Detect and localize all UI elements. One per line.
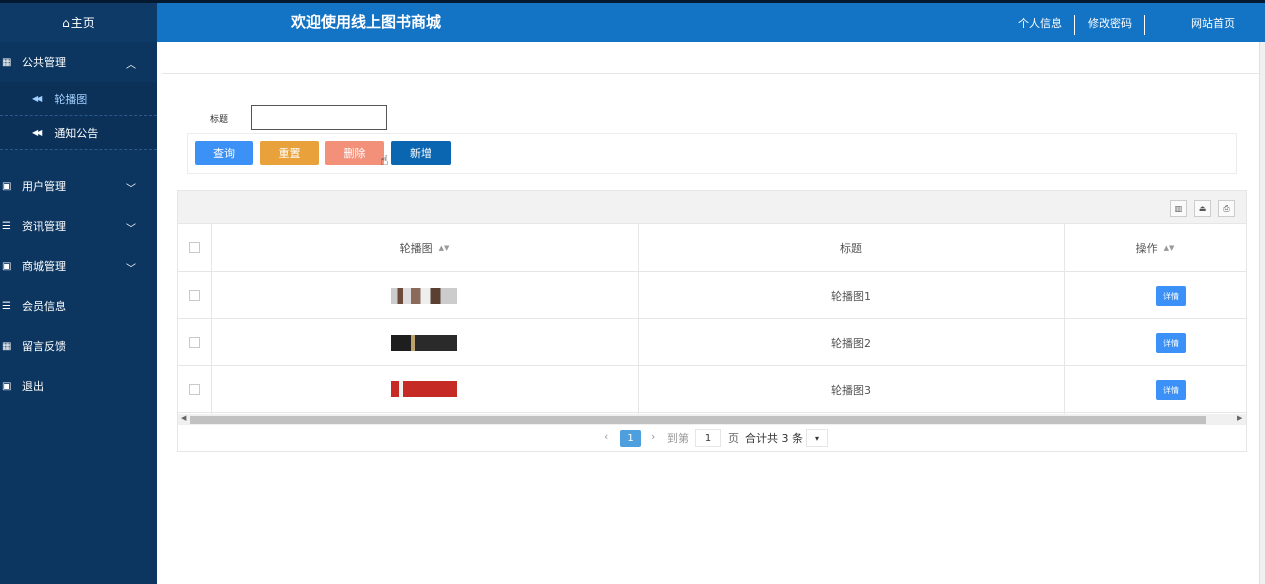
table-header: 轮播图 ▲▼ 标题 操作 ▲▼ [178, 224, 1246, 272]
sidebar-item-label: 公共管理 [22, 56, 66, 69]
double-left-arrow-icon: ◀◀ [32, 94, 42, 103]
detail-button[interactable]: 详情 [1156, 333, 1186, 353]
box-icon: ▣ [2, 260, 12, 272]
sidebar-item-feedback[interactable]: ▦ 留言反馈 [0, 326, 157, 366]
sort-icon[interactable]: ▲▼ [1164, 244, 1175, 252]
scroll-right-icon[interactable]: ▶ [1237, 414, 1242, 422]
column-header-label: 操作 [1135, 242, 1158, 255]
select-all-checkbox[interactable] [189, 242, 200, 253]
table-row: 轮播图1 详情 [178, 272, 1246, 319]
carousel-thumbnail [391, 381, 457, 397]
chevron-down-icon: ▾ [814, 433, 819, 443]
hand-cursor-icon: ☝ [380, 153, 389, 169]
current-page-button[interactable]: 1 [620, 430, 641, 447]
column-divider [1064, 224, 1065, 414]
sidebar-subitem-label: 轮播图 [54, 92, 88, 106]
sidebar: ⌂ 主页 ▦ 公共管理 ︿ ◀◀ 轮播图 ◀◀ 通知公告 ▣ 用户管理 ﹀ ☰ … [0, 0, 157, 584]
box-icon: ▣ [2, 180, 12, 192]
nav-divider [1074, 15, 1075, 35]
list-icon: ☰ [2, 220, 11, 232]
row-title: 轮播图3 [831, 383, 871, 397]
table-row: 轮播图3 详情 [178, 366, 1246, 413]
sidebar-item-label: 退出 [22, 380, 44, 393]
sidebar-item-news[interactable]: ☰ 资讯管理 ﹀ [0, 206, 157, 246]
row-checkbox[interactable] [189, 337, 200, 348]
sidebar-subitem-label: 通知公告 [54, 126, 99, 140]
sidebar-item-users[interactable]: ▣ 用户管理 ﹀ [0, 166, 157, 206]
row-title: 轮播图2 [831, 336, 871, 350]
row-title: 轮播图1 [831, 289, 871, 303]
add-button[interactable]: 新增 [391, 141, 451, 165]
row-checkbox[interactable] [189, 290, 200, 301]
sort-icon[interactable]: ▲▼ [439, 244, 450, 252]
carousel-thumbnail [391, 335, 457, 351]
list-icon: ☰ [2, 300, 11, 312]
column-divider [211, 224, 212, 414]
sidebar-item-logout[interactable]: ▣ 退出 [0, 366, 157, 406]
next-page-icon[interactable]: › [651, 430, 655, 443]
top-bar: 欢迎使用线上图书商城 个人信息 修改密码 网站首页 [157, 0, 1265, 42]
query-button[interactable]: 查询 [195, 141, 253, 165]
vertical-scrollbar[interactable] [1259, 42, 1265, 584]
sidebar-home-label: 主页 [70, 16, 95, 30]
page-size-select[interactable]: ▾ [806, 429, 828, 447]
column-divider [638, 224, 639, 414]
search-title-label: 标题 [210, 115, 229, 125]
scroll-left-icon[interactable]: ◀ [181, 414, 186, 422]
detail-button[interactable]: 详情 [1156, 286, 1186, 306]
profile-link[interactable]: 个人信息 [1018, 15, 1062, 31]
goto-page-input[interactable]: 1 [695, 429, 721, 447]
sidebar-item-label: 留言反馈 [22, 340, 66, 353]
data-table: ▥ ⏏ ⎙ 轮播图 ▲▼ 标题 操作 ▲▼ 轮播图1 详情 轮播图2 详情 轮播图3… [177, 190, 1247, 452]
box-icon: ▣ [2, 380, 12, 392]
column-header-action[interactable]: 操作 ▲▼ [1064, 224, 1246, 272]
column-header-label: 轮播图 [399, 242, 433, 255]
chevron-down-icon: ﹀ [126, 264, 136, 275]
home-icon: ⌂ [62, 15, 70, 30]
grid-icon: ▦ [2, 56, 12, 68]
sidebar-item-public[interactable]: ▦ 公共管理 ︿ [0, 42, 157, 82]
sidebar-subitem-notice[interactable]: ◀◀ 通知公告 [0, 116, 157, 150]
columns-filter-icon[interactable]: ▥ [1170, 200, 1187, 217]
sidebar-item-label: 资讯管理 [22, 220, 66, 233]
site-home-link[interactable]: 网站首页 [1191, 15, 1235, 31]
horizontal-scrollbar[interactable]: ◀ ▶ [178, 414, 1246, 425]
chevron-down-icon: ﹀ [126, 184, 136, 195]
column-header-carousel[interactable]: 轮播图 ▲▼ [211, 224, 638, 272]
row-checkbox[interactable] [189, 384, 200, 395]
column-header-title: 标题 [840, 242, 862, 255]
prev-page-icon[interactable]: ‹ [604, 430, 608, 443]
delete-button[interactable]: 删除 [325, 141, 384, 165]
sidebar-home[interactable]: ⌂ 主页 [0, 0, 157, 42]
page-title: 欢迎使用线上图书商城 [291, 13, 442, 31]
sidebar-item-label: 商城管理 [22, 260, 66, 273]
goto-prefix-label: 到第 [667, 432, 689, 445]
change-password-link[interactable]: 修改密码 [1088, 15, 1132, 31]
goto-suffix-label: 页 [728, 432, 739, 445]
sidebar-item-label: 会员信息 [22, 300, 66, 313]
carousel-thumbnail [391, 288, 457, 304]
sidebar-item-label: 用户管理 [22, 180, 66, 193]
table-row: 轮播图2 详情 [178, 319, 1246, 366]
table-toolbar: ▥ ⏏ ⎙ [178, 191, 1246, 224]
chevron-down-icon: ﹀ [126, 224, 136, 235]
nav-divider [1144, 15, 1145, 35]
export-icon[interactable]: ⏏ [1194, 200, 1211, 217]
grid-icon: ▦ [2, 340, 12, 352]
sidebar-item-members[interactable]: ☰ 会员信息 [0, 286, 157, 326]
scrollbar-thumb[interactable] [190, 416, 1206, 424]
sidebar-subitem-carousel[interactable]: ◀◀ 轮播图 [0, 82, 157, 116]
double-left-arrow-icon: ◀◀ [32, 128, 42, 137]
print-icon[interactable]: ⎙ [1218, 200, 1235, 217]
sidebar-item-shop[interactable]: ▣ 商城管理 ﹀ [0, 246, 157, 286]
total-count-label: 合计共 3 条 [745, 432, 803, 445]
chevron-up-icon: ︿ [126, 60, 136, 71]
search-title-input[interactable] [251, 105, 387, 130]
content-header [162, 42, 1259, 74]
reset-button[interactable]: 重置 [260, 141, 319, 165]
detail-button[interactable]: 详情 [1156, 380, 1186, 400]
